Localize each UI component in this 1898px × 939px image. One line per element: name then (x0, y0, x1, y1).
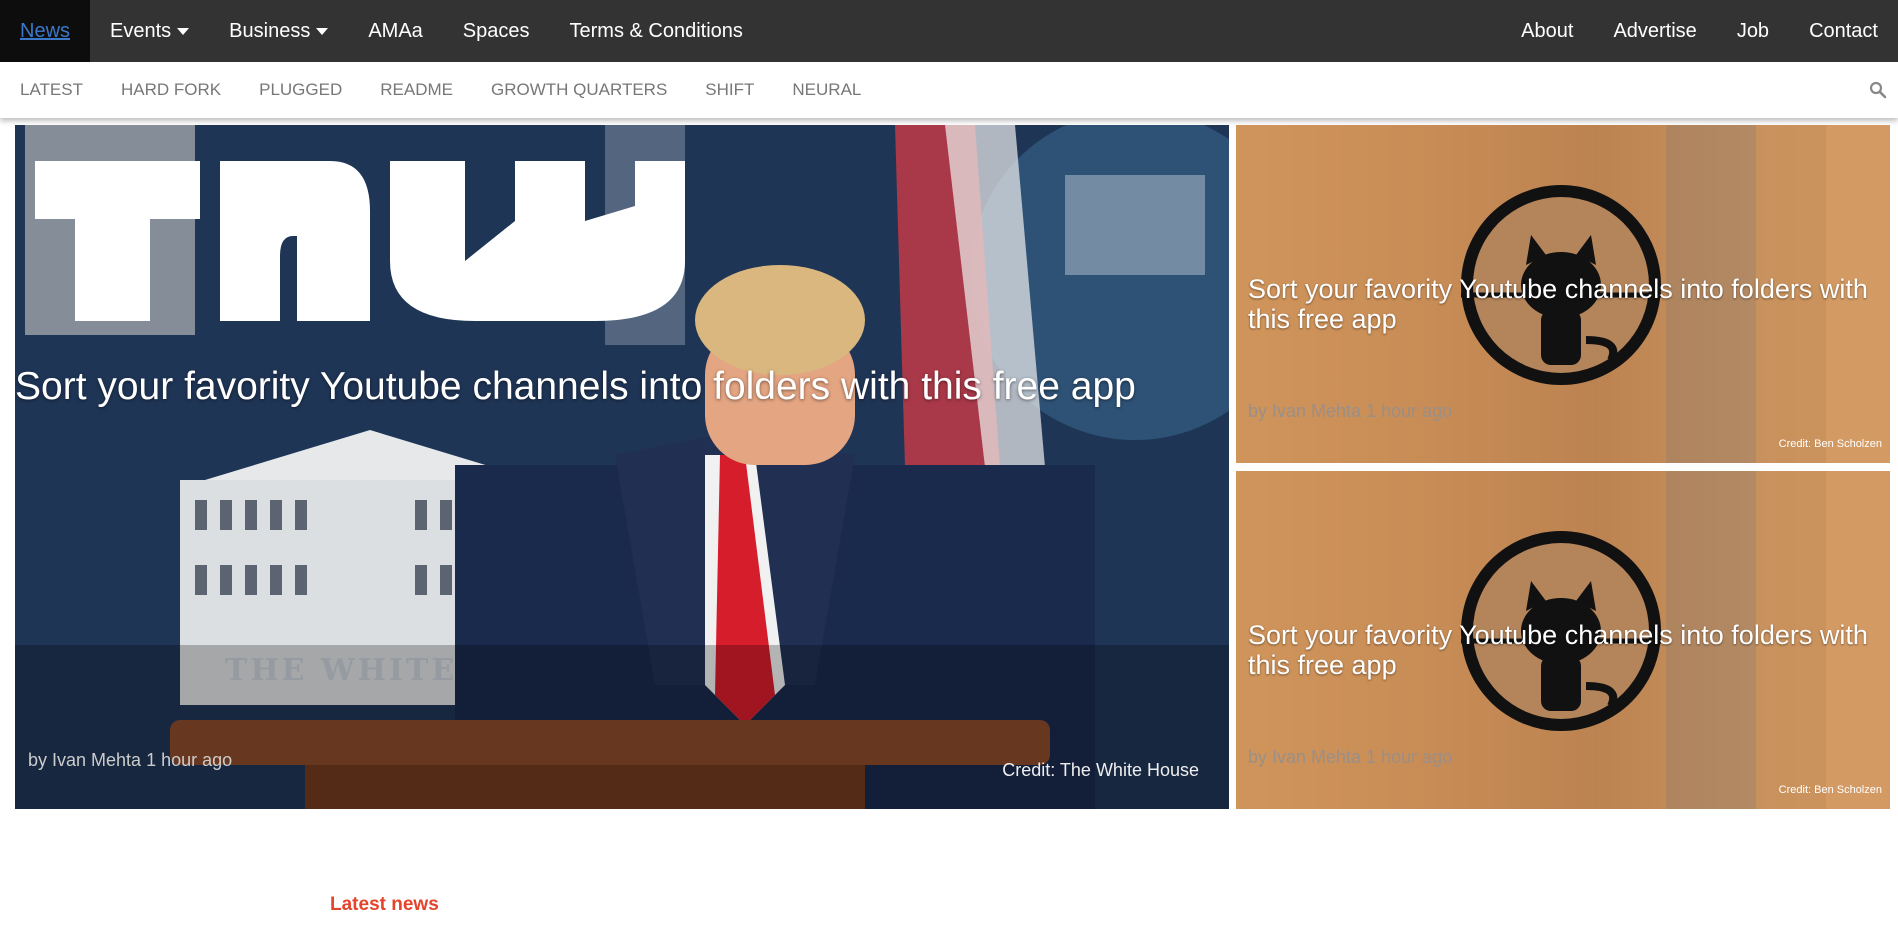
side-article-byline: by Ivan Mehta 1 hour ago (1248, 747, 1453, 767)
side-article-2[interactable]: Sort your favority Youtube channels into… (1236, 471, 1890, 809)
side-article-byline: by Ivan Mehta 1 hour ago (1248, 401, 1453, 421)
tnw-logo[interactable] (35, 161, 685, 321)
search-button[interactable] (1858, 62, 1898, 118)
side-article-credit: Credit: Ben Scholzen (1778, 784, 1882, 796)
nav-spaces[interactable]: Spaces (443, 0, 550, 62)
section-shift[interactable]: SHIFT (685, 80, 772, 100)
latest-news-heading: Latest news (330, 894, 439, 915)
nav-advertise[interactable]: Advertise (1593, 0, 1716, 62)
hero-credit: Credit: The White House (1002, 760, 1199, 780)
nav-business[interactable]: Business (209, 0, 348, 62)
hero-article[interactable]: THE WHITE HO Sort your favority Youtube … (15, 125, 1229, 809)
side-article-credit: Credit: Ben Scholzen (1778, 438, 1882, 450)
section-navigation: LATEST HARD FORK PLUGGED README GROWTH Q… (0, 62, 1898, 118)
hero-title[interactable]: Sort your favority Youtube channels into… (15, 365, 1215, 409)
section-growth-quarters[interactable]: GROWTH QUARTERS (471, 80, 685, 100)
nav-news[interactable]: News (0, 0, 91, 62)
caret-down-icon (316, 27, 329, 35)
nav-amaa[interactable]: AMAa (348, 0, 442, 62)
nav-events[interactable]: Events (90, 0, 209, 62)
section-plugged[interactable]: PLUGGED (239, 80, 360, 100)
caret-down-icon (177, 27, 190, 35)
section-readme[interactable]: README (360, 80, 471, 100)
section-latest[interactable]: LATEST (0, 80, 101, 100)
section-neural[interactable]: NEURAL (772, 80, 879, 100)
nav-terms[interactable]: Terms & Conditions (550, 0, 763, 62)
top-navigation: News Events Business AMAa Spaces Terms &… (0, 0, 1898, 62)
nav-contact[interactable]: Contact (1789, 0, 1898, 62)
hero-byline: by Ivan Mehta 1 hour ago (28, 750, 233, 770)
tnw-logo-graphic (35, 161, 685, 321)
nav-job[interactable]: Job (1717, 0, 1789, 62)
search-icon (1869, 81, 1887, 99)
nav-business-label: Business (229, 19, 311, 42)
nav-about[interactable]: About (1501, 0, 1593, 62)
side-article-1[interactable]: Sort your favority Youtube channels into… (1236, 125, 1890, 463)
side-article-title[interactable]: Sort your favority Youtube channels into… (1248, 274, 1884, 334)
nav-events-label: Events (110, 19, 172, 42)
section-hard-fork[interactable]: HARD FORK (101, 80, 239, 100)
side-article-title[interactable]: Sort your favority Youtube channels into… (1248, 620, 1884, 680)
